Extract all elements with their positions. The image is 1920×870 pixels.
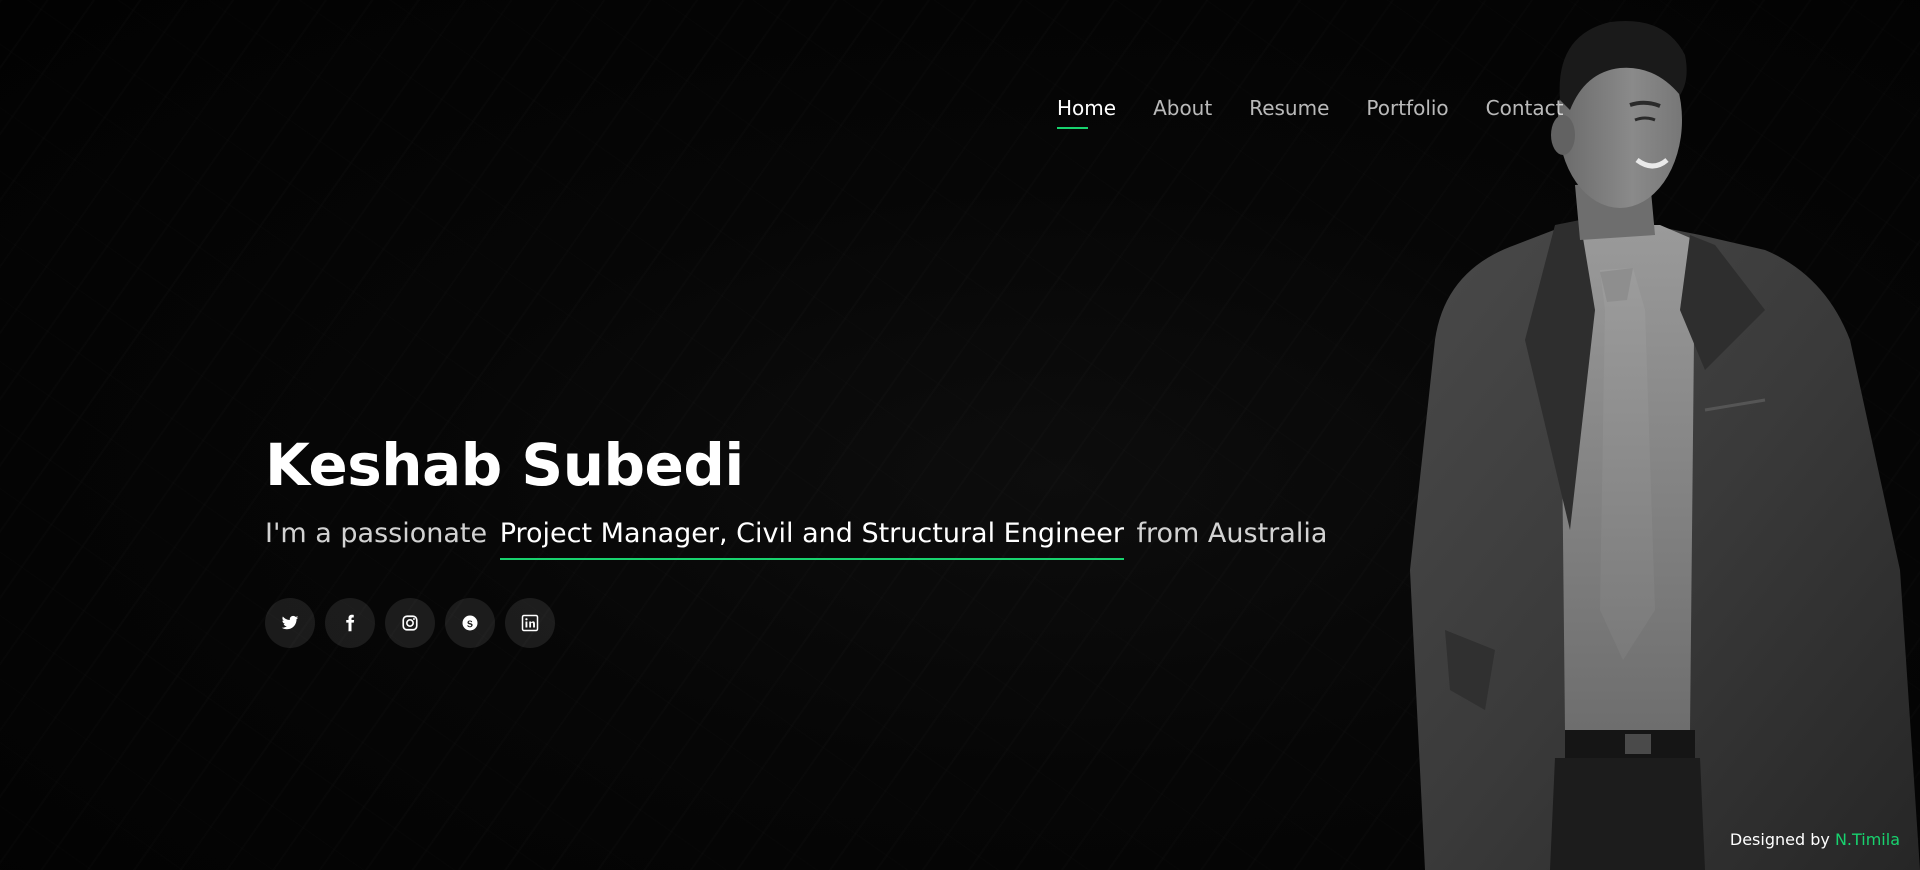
instagram-icon <box>402 615 418 631</box>
nav-item-contact[interactable]: Contact <box>1486 93 1564 123</box>
hero-section: Home About Resume Portfolio Contact Kesh… <box>0 0 1920 870</box>
linkedin-icon <box>521 614 539 632</box>
nav-item-resume[interactable]: Resume <box>1249 93 1329 123</box>
twitter-button[interactable] <box>265 598 315 648</box>
instagram-button[interactable] <box>385 598 435 648</box>
nav-item-home[interactable]: Home <box>1057 93 1116 129</box>
hero-content: Keshab Subedi I'm a passionate Project M… <box>265 428 1327 648</box>
linkedin-button[interactable] <box>505 598 555 648</box>
nav-item-portfolio[interactable]: Portfolio <box>1366 93 1448 123</box>
subtitle-suffix: from Australia <box>1136 518 1328 549</box>
subtitle-prefix: I'm a passionate <box>265 518 488 549</box>
skype-button[interactable] <box>445 598 495 648</box>
facebook-button[interactable] <box>325 598 375 648</box>
social-links <box>265 598 1327 648</box>
credits: Designed by N.Timila <box>1730 830 1900 849</box>
credits-author-link[interactable]: N.Timila <box>1835 830 1900 849</box>
nav-item-about[interactable]: About <box>1153 93 1212 123</box>
hero-name: Keshab Subedi <box>265 431 744 499</box>
hero-subtitle: I'm a passionate Project Manager, Civil … <box>265 514 1327 560</box>
typed-roles: Project Manager, Civil and Structural En… <box>499 514 1124 560</box>
facebook-icon <box>346 614 355 632</box>
skype-icon <box>462 615 478 631</box>
credits-prefix: Designed by <box>1729 830 1830 849</box>
profile-photo <box>1410 20 1920 870</box>
twitter-icon <box>281 615 299 630</box>
main-nav: Home About Resume Portfolio Contact <box>1057 93 1600 129</box>
